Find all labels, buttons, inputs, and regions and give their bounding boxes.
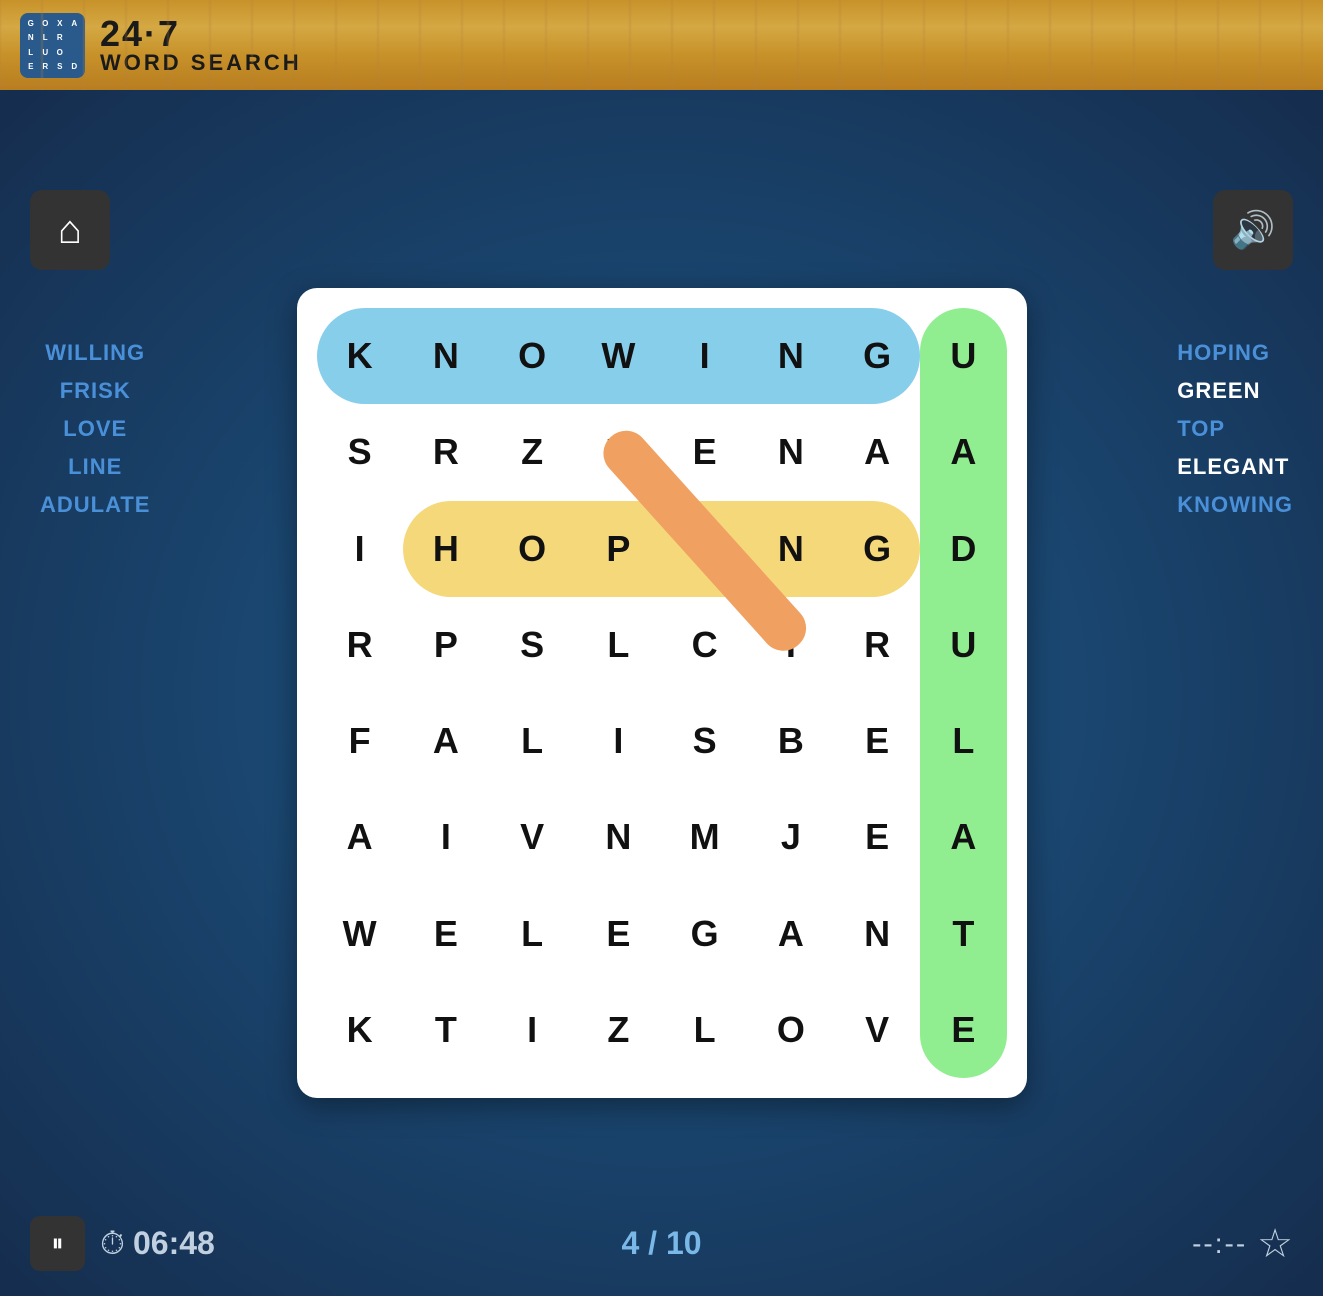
cell-3-0[interactable]: R [317, 597, 403, 693]
cell-2-2[interactable]: O [489, 501, 575, 597]
word-willing: WILLING [40, 340, 150, 366]
cell-1-1[interactable]: R [403, 404, 489, 500]
cell-3-2[interactable]: S [489, 597, 575, 693]
cell-7-2[interactable]: I [489, 982, 575, 1078]
cell-5-4[interactable]: M [662, 789, 748, 885]
cell-6-5[interactable]: A [748, 886, 834, 982]
header: GOXA NLR LUO ERSD 24·7 WORD SEARCH [0, 0, 1323, 90]
cell-5-0[interactable]: A [317, 789, 403, 885]
cell-0-4[interactable]: I [662, 308, 748, 404]
title-ws: WORD SEARCH [100, 52, 302, 74]
dash-score: --:-- [1192, 1228, 1247, 1260]
cell-2-0[interactable]: I [317, 501, 403, 597]
home-button[interactable]: ⌂ [30, 190, 110, 270]
cell-5-5[interactable]: J [748, 789, 834, 885]
sound-button[interactable]: 🔊 [1213, 190, 1293, 270]
cell-6-3[interactable]: E [575, 886, 661, 982]
word-elegant: ELEGANT [1177, 454, 1293, 480]
cell-0-5[interactable]: N [748, 308, 834, 404]
app-title: 24·7 WORD SEARCH [100, 16, 302, 74]
cell-4-4[interactable]: S [662, 693, 748, 789]
cell-7-6[interactable]: V [834, 982, 920, 1078]
cell-7-4[interactable]: L [662, 982, 748, 1078]
game-area: ⌂ 🔊 WILLING FRISK LOVE LINE ADULATE HOPI… [0, 90, 1323, 1296]
cell-0-6[interactable]: G [834, 308, 920, 404]
cell-6-1[interactable]: E [403, 886, 489, 982]
logo-box: GOXA NLR LUO ERSD [20, 13, 85, 78]
pause-icon: ⏸ [52, 1230, 64, 1258]
cell-0-7[interactable]: U [920, 308, 1006, 404]
word-line: LINE [40, 454, 150, 480]
cell-5-7[interactable]: A [920, 789, 1006, 885]
cell-4-0[interactable]: F [317, 693, 403, 789]
timer-display: 06:48 [133, 1225, 215, 1262]
cell-0-1[interactable]: N [403, 308, 489, 404]
cell-1-0[interactable]: S [317, 404, 403, 500]
cell-7-7[interactable]: E [920, 982, 1006, 1078]
cell-6-4[interactable]: G [662, 886, 748, 982]
cell-6-2[interactable]: L [489, 886, 575, 982]
cell-2-7[interactable]: D [920, 501, 1006, 597]
cell-6-6[interactable]: N [834, 886, 920, 982]
cell-5-2[interactable]: V [489, 789, 575, 885]
cell-5-3[interactable]: N [575, 789, 661, 885]
cell-7-3[interactable]: Z [575, 982, 661, 1078]
word-list-right: HOPING GREEN TOP ELEGANT KNOWING [1177, 340, 1293, 530]
cell-0-0[interactable]: K [317, 308, 403, 404]
word-list-left: WILLING FRISK LOVE LINE ADULATE [40, 340, 150, 530]
cell-1-2[interactable]: Z [489, 404, 575, 500]
word-frisk: FRISK [40, 378, 150, 404]
cell-4-6[interactable]: E [834, 693, 920, 789]
letter-grid[interactable]: K N O W I N G U S R Z T E N A A I H O P … [317, 308, 1007, 1078]
cell-6-7[interactable]: T [920, 886, 1006, 982]
cell-7-1[interactable]: T [403, 982, 489, 1078]
cell-7-0[interactable]: K [317, 982, 403, 1078]
cell-6-0[interactable]: W [317, 886, 403, 982]
title-247: 24·7 [100, 16, 302, 52]
grid-container: K N O W I N G U S R Z T E N A A I H O P … [297, 288, 1027, 1098]
cell-5-6[interactable]: E [834, 789, 920, 885]
word-love: LOVE [40, 416, 150, 442]
bottom-bar: ⏸ ⏱ 06:48 4 / 10 --:-- ☆ [0, 1216, 1323, 1271]
star-area: --:-- ☆ [1192, 1221, 1293, 1267]
cell-7-5[interactable]: O [748, 982, 834, 1078]
cell-0-3[interactable]: W [575, 308, 661, 404]
timer-area: ⏱ 06:48 [100, 1225, 215, 1263]
word-hoping: HOPING [1177, 340, 1293, 366]
cell-5-1[interactable]: I [403, 789, 489, 885]
cell-4-1[interactable]: A [403, 693, 489, 789]
sound-icon: 🔊 [1231, 209, 1276, 251]
cell-3-3[interactable]: L [575, 597, 661, 693]
cell-1-7[interactable]: A [920, 404, 1006, 500]
cell-2-3[interactable]: P [575, 501, 661, 597]
cell-1-6[interactable]: A [834, 404, 920, 500]
cell-3-6[interactable]: R [834, 597, 920, 693]
clock-icon: ⏱ [100, 1225, 125, 1263]
cell-3-4[interactable]: C [662, 597, 748, 693]
cell-3-7[interactable]: U [920, 597, 1006, 693]
pause-button[interactable]: ⏸ [30, 1216, 85, 1271]
word-green: GREEN [1177, 378, 1293, 404]
cell-4-5[interactable]: B [748, 693, 834, 789]
cell-2-1[interactable]: H [403, 501, 489, 597]
word-adulate: ADULATE [40, 492, 150, 518]
star-icon[interactable]: ☆ [1257, 1221, 1293, 1267]
home-icon: ⌂ [58, 208, 82, 253]
cell-1-5[interactable]: N [748, 404, 834, 500]
word-top: TOP [1177, 416, 1293, 442]
cell-4-2[interactable]: L [489, 693, 575, 789]
score-display: 4 / 10 [621, 1225, 701, 1262]
cell-0-2[interactable]: O [489, 308, 575, 404]
cell-4-3[interactable]: I [575, 693, 661, 789]
cell-4-7[interactable]: L [920, 693, 1006, 789]
cell-3-1[interactable]: P [403, 597, 489, 693]
cell-2-6[interactable]: G [834, 501, 920, 597]
word-knowing: KNOWING [1177, 492, 1293, 518]
